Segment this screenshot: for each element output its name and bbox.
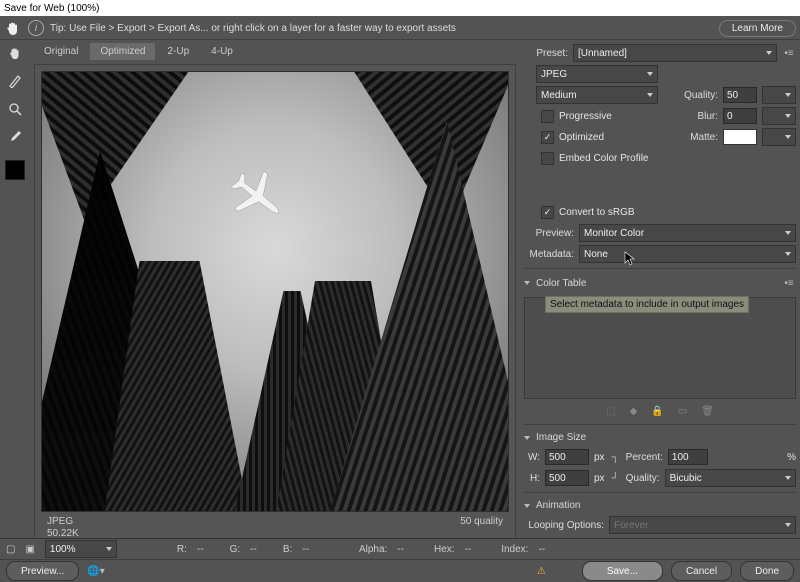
alpha-value: -- (397, 544, 404, 555)
color-table-menu-icon[interactable]: •≡ (782, 278, 796, 289)
image-size-header[interactable]: Image Size (524, 430, 796, 445)
cursor-icon (624, 251, 636, 267)
optimized-checkbox[interactable] (541, 131, 554, 144)
status-format: JPEG (47, 516, 145, 527)
srgb-checkbox[interactable] (541, 206, 554, 219)
window-titlebar: Save for Web (100%) (0, 0, 800, 17)
blur-input[interactable]: 0 (723, 108, 757, 124)
isquality-select[interactable]: Bicubic (665, 469, 796, 487)
window-title: Save for Web (100%) (4, 3, 99, 14)
canvas-wrap: JPEG 50.22K 10 sec @ 56.6 Kbps ▾ 50 qual… (34, 64, 516, 558)
preset-label: Preset: (524, 48, 568, 59)
selection-icon2[interactable]: ▣ (25, 544, 34, 555)
animation-header[interactable]: Animation (524, 498, 796, 513)
index-label: Index: (501, 544, 528, 555)
tab-4up[interactable]: 4-Up (201, 43, 243, 60)
embed-label: Embed Color Profile (559, 153, 648, 164)
blur-label: Blur: (697, 111, 718, 122)
g-label: G: (230, 544, 241, 555)
info-icon: i (28, 20, 44, 36)
tool-column (0, 40, 30, 560)
loop-label: Looping Options: (524, 520, 604, 531)
preview-label: Preview: (524, 228, 574, 239)
progressive-checkbox[interactable] (541, 110, 554, 123)
preset-select[interactable]: [Unnamed] (573, 44, 777, 62)
zoom-tool-icon[interactable] (6, 100, 24, 118)
tab-optimized[interactable]: Optimized (90, 43, 155, 60)
matte-swatch[interactable] (723, 129, 757, 145)
eyedropper-tool-icon[interactable] (6, 128, 24, 146)
metadata-label: Metadata: (524, 249, 574, 260)
zoom-select[interactable]: 100% (45, 540, 117, 558)
color-table-header[interactable]: Color Table (524, 276, 777, 291)
percent-label: Percent: (626, 452, 663, 463)
tip-bar: i Tip: Use File > Export > Export As... … (0, 17, 800, 40)
color-table-icons: ⬚ ◆ 🔒 ▭ 🗑 (524, 404, 796, 419)
browser-icon[interactable]: 🌐▾ (87, 566, 104, 577)
preview-canvas[interactable] (41, 71, 509, 512)
preview-button[interactable]: Preview... (6, 561, 79, 581)
selection-icon[interactable]: ▢ (6, 544, 15, 555)
hand-tool2-icon[interactable] (6, 44, 24, 62)
quality-input[interactable]: 50 (723, 87, 757, 103)
ct-trash-icon[interactable]: 🗑 (701, 406, 714, 417)
quality-label: Quality: (684, 90, 718, 101)
index-value: -- (538, 544, 545, 555)
settings-panel: Preset: [Unnamed] •≡ JPEG Medium Quality… (520, 40, 800, 560)
link-icon[interactable]: ┐ (612, 452, 619, 463)
w-input[interactable]: 500 (545, 449, 589, 465)
quality-slider-toggle[interactable] (762, 86, 796, 104)
percent-unit: % (787, 452, 796, 463)
quality-preset-select[interactable]: Medium (536, 86, 658, 104)
matte-label: Matte: (690, 132, 718, 143)
tab-2up[interactable]: 2-Up (157, 43, 199, 60)
ct-icon-1[interactable]: ⬚ (606, 406, 615, 417)
b-value: -- (302, 544, 309, 555)
ct-new-icon[interactable]: ▭ (678, 406, 687, 417)
metadata-tooltip: Select metadata to include in output ima… (545, 296, 749, 313)
ct-icon-2[interactable]: ◆ (630, 406, 638, 417)
g-value: -- (250, 544, 257, 555)
optimized-label: Optimized (559, 132, 604, 143)
preset-menu-icon[interactable]: •≡ (782, 48, 796, 59)
h-unit: px (594, 473, 605, 484)
blur-slider-toggle[interactable] (762, 107, 796, 125)
learn-more-button[interactable]: Learn More (719, 20, 796, 37)
isquality-label: Quality: (626, 473, 660, 484)
percent-input[interactable]: 100 (668, 449, 708, 465)
hex-value: -- (465, 544, 472, 555)
embed-checkbox[interactable] (541, 152, 554, 165)
h-label: H: (524, 473, 540, 484)
matte-select[interactable] (762, 128, 796, 146)
progressive-label: Progressive (559, 111, 612, 122)
link-icon2[interactable]: ┘ (612, 473, 619, 484)
srgb-label: Convert to sRGB (559, 207, 635, 218)
done-button[interactable]: Done (740, 561, 794, 581)
metadata-select[interactable]: None (579, 245, 796, 263)
tab-original[interactable]: Original (34, 43, 88, 60)
tip-text: Tip: Use File > Export > Export As... or… (50, 23, 713, 34)
slice-tool-icon[interactable] (6, 72, 24, 90)
warning-icon[interactable]: ⚠ (537, 566, 546, 577)
w-label: W: (524, 452, 540, 463)
foreground-color-swatch[interactable] (5, 160, 25, 180)
format-select[interactable]: JPEG (536, 65, 658, 83)
ct-lock-icon[interactable]: 🔒 (651, 406, 663, 417)
b-label: B: (283, 544, 292, 555)
preview-tabs: Original Optimized 2-Up 4-Up (30, 40, 520, 62)
save-button[interactable]: Save... (582, 561, 663, 581)
r-label: R: (177, 544, 187, 555)
alpha-label: Alpha: (359, 544, 387, 555)
hand-tool-icon[interactable] (4, 19, 22, 37)
h-input[interactable]: 500 (545, 470, 589, 486)
footer: ▢ ▣ 100% R:-- G:-- B:-- Alpha:-- Hex:-- … (0, 538, 800, 582)
hex-label: Hex: (434, 544, 455, 555)
loop-select: Forever (609, 516, 796, 534)
cancel-button[interactable]: Cancel (671, 561, 732, 581)
w-unit: px (594, 452, 605, 463)
color-table: Select metadata to include in output ima… (524, 297, 796, 399)
preview-select[interactable]: Monitor Color (579, 224, 796, 242)
r-value: -- (197, 544, 204, 555)
